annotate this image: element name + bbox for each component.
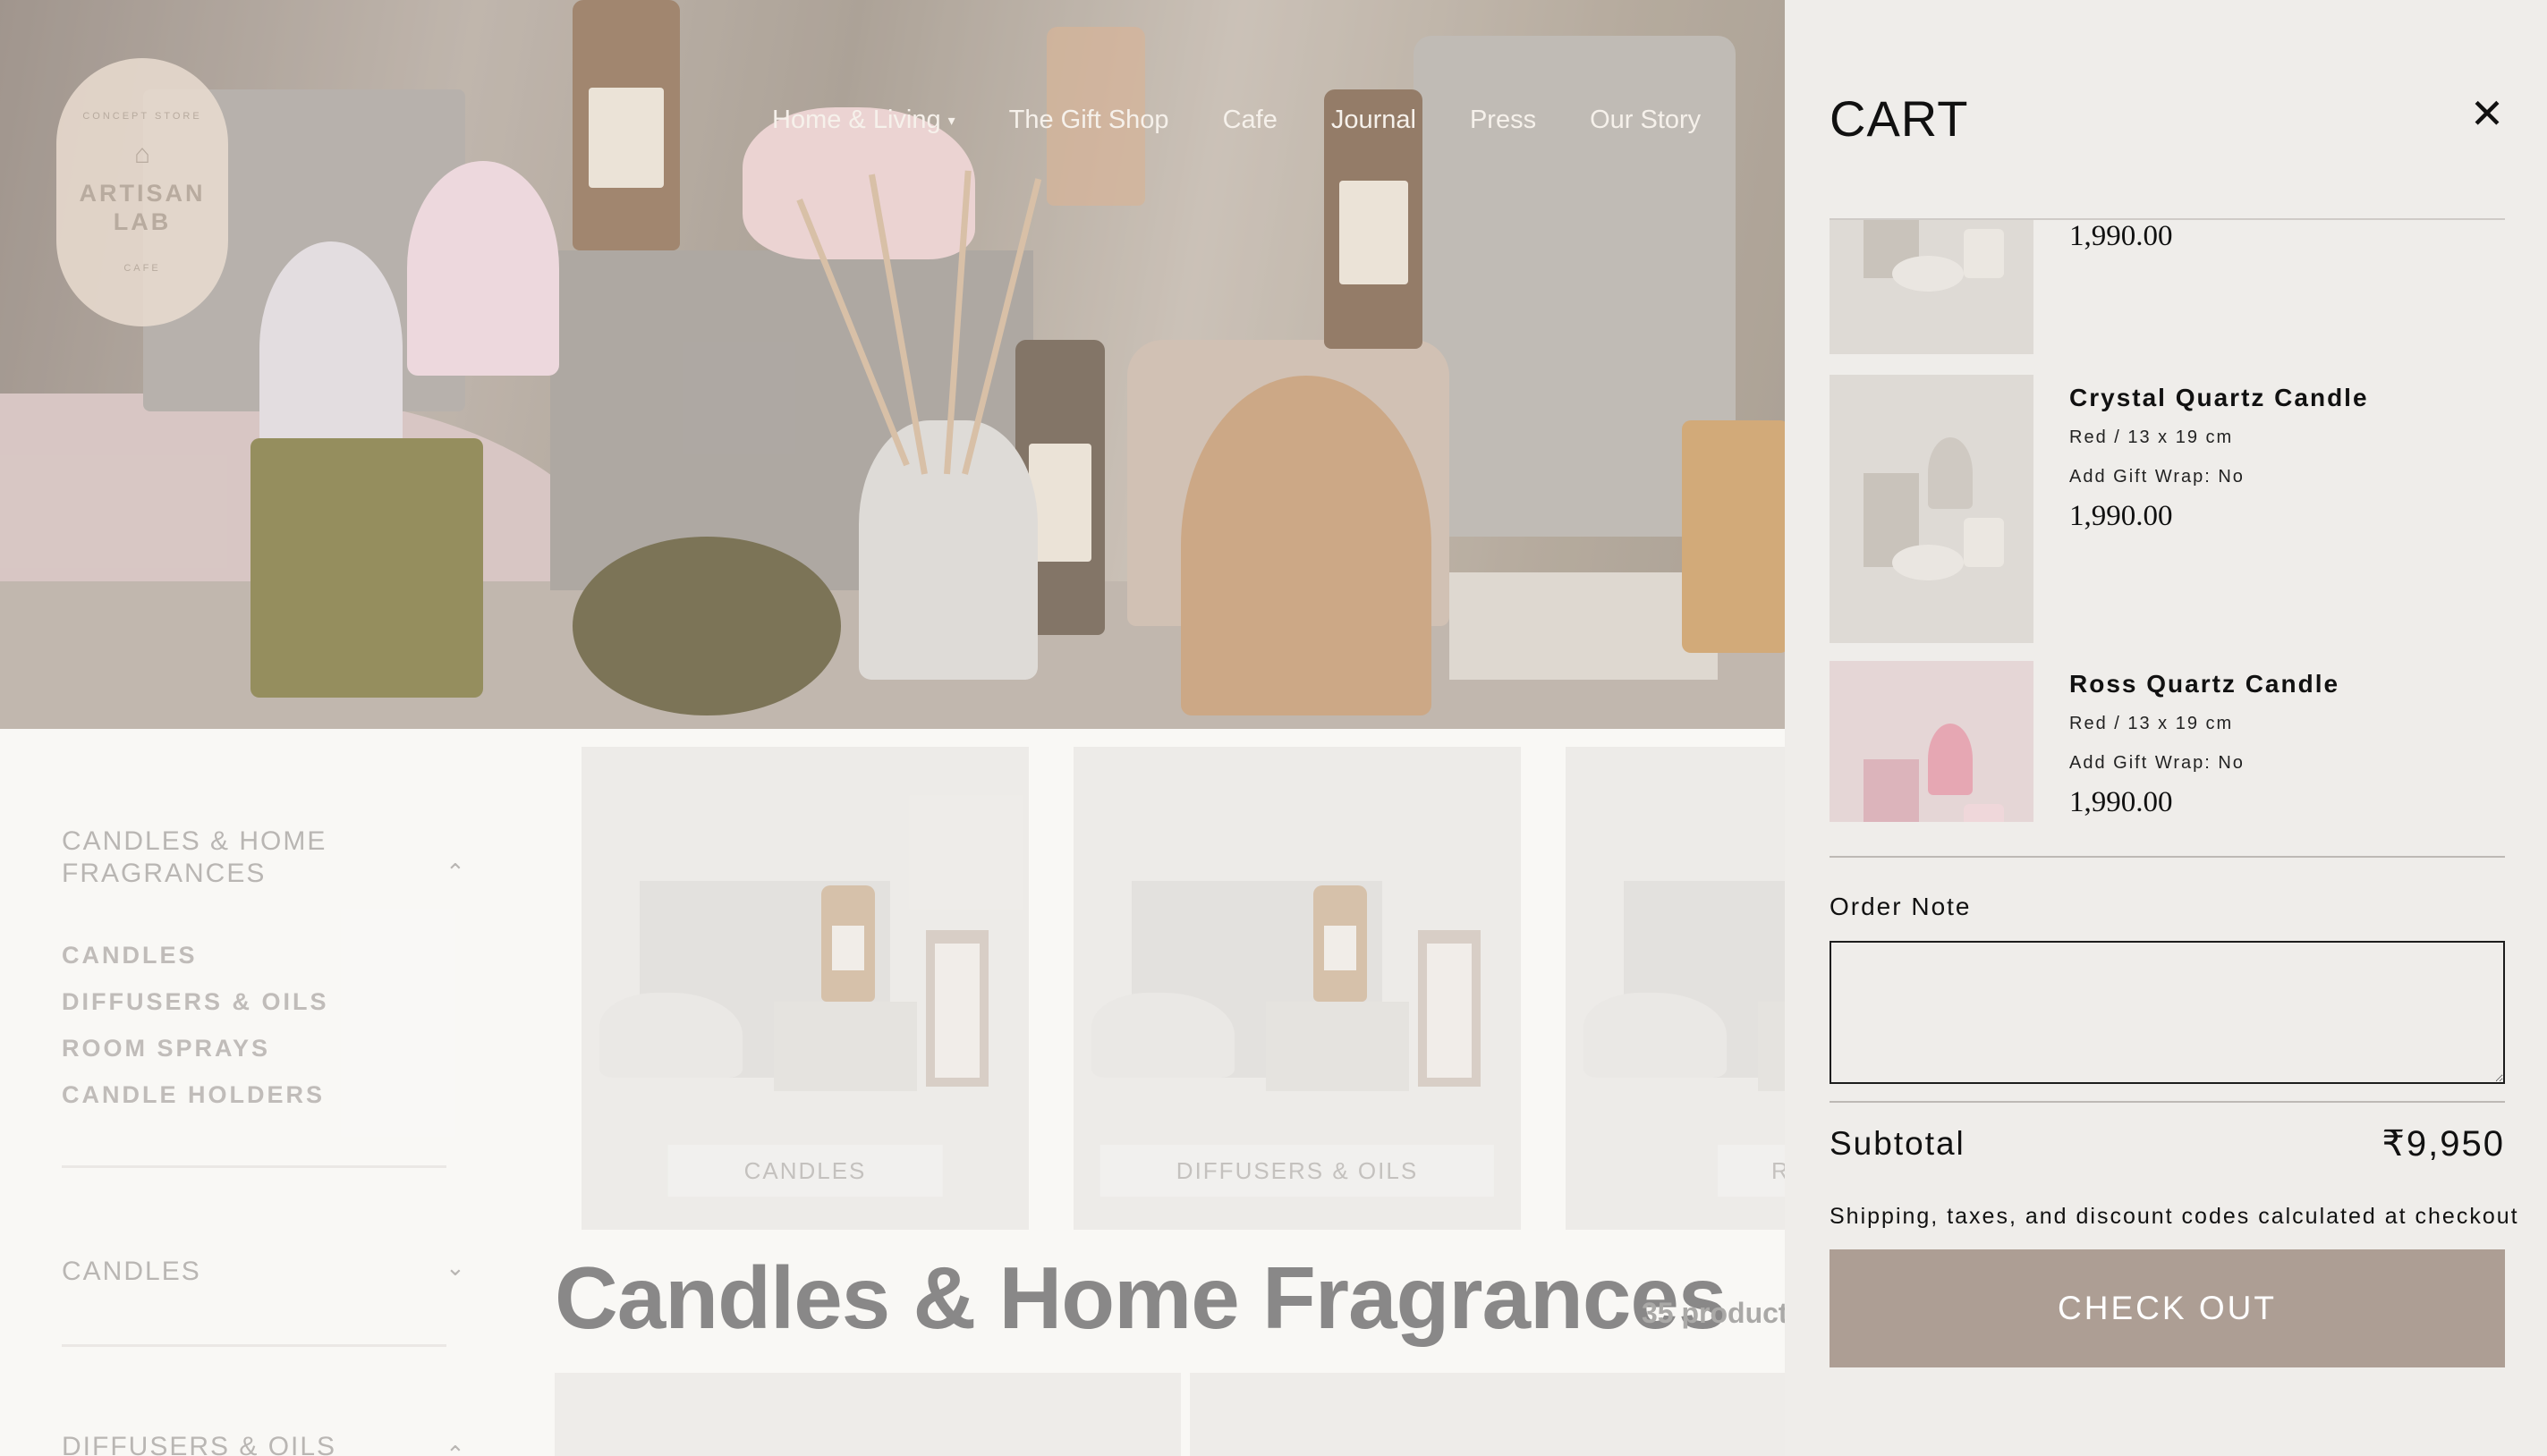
- cart-title: CART: [1830, 90, 1969, 147]
- cart-drawer: CART ✕ 1,990.00 Crystal Quartz Candle Re…: [1785, 0, 2547, 1456]
- subtotal-value: ₹9,950: [2381, 1124, 2505, 1164]
- nav-item-our-story[interactable]: Our Story: [1590, 106, 1701, 135]
- sidebar-divider: [62, 1165, 446, 1168]
- chevron-down-icon: ▾: [947, 113, 955, 129]
- tile-image-bottle: [1313, 885, 1367, 1002]
- logo-mark-icon: ⌂: [133, 140, 151, 169]
- collection-product-count: 35 products: [1642, 1297, 1785, 1329]
- tile-image-bottle: [821, 885, 875, 1002]
- tile-image-crystal: [599, 993, 743, 1078]
- hero-pink-dome: [407, 161, 559, 376]
- thumb-shape: [1928, 437, 1973, 509]
- nav-item-label: Home & Living: [772, 106, 941, 134]
- category-tile-diffusers-oils[interactable]: DIFFUSERS & OILS: [1074, 747, 1521, 1230]
- product-card[interactable]: [1190, 1373, 1785, 1456]
- hero-bottle-tall: [573, 0, 680, 250]
- sidebar-link-candle-holders[interactable]: CANDLE HOLDERS: [62, 1081, 325, 1109]
- nav-item-press[interactable]: Press: [1470, 106, 1536, 135]
- sidebar-divider: [62, 1344, 446, 1347]
- main-nav: Home & Living ▾ The Gift Shop Cafe Journa…: [772, 106, 1701, 135]
- thumb-shape: [1892, 545, 1964, 580]
- hero-amber-dome: [1181, 376, 1431, 715]
- subtotal-label: Subtotal: [1830, 1125, 1965, 1162]
- category-tile-candles[interactable]: CANDLES: [582, 747, 1029, 1230]
- order-note-field[interactable]: [1830, 941, 2505, 1084]
- sidebar-link-candles[interactable]: CANDLES: [62, 942, 198, 969]
- hero-image: CONCEPT STORE ⌂ ARTISAN LAB CAFE Home & …: [0, 0, 1785, 729]
- tile-label[interactable]: CANDLES: [667, 1145, 943, 1197]
- cart-item-gift-wrap: Add Gift Wrap: No: [2069, 753, 2245, 773]
- hero-tray: [1449, 572, 1718, 680]
- sidebar-group-title[interactable]: DIFFUSERS & OILS: [62, 1431, 402, 1456]
- cart-item-variant: Red / 13 x 19 cm: [2069, 427, 2234, 447]
- cart-item-gift-wrap: Add Gift Wrap: No: [2069, 467, 2245, 487]
- sidebar-group-title[interactable]: CANDLES & HOME FRAGRANCES: [62, 825, 402, 890]
- thumb-shape: [1928, 218, 1973, 220]
- tile-image-box: [926, 930, 989, 1087]
- nav-item-home-living[interactable]: Home & Living ▾: [772, 106, 955, 135]
- hero-green-candle: [250, 438, 483, 698]
- tile-label[interactable]: ROOM: [1718, 1145, 1785, 1197]
- thumb-shape: [1964, 229, 2004, 278]
- hero-olive-glass: [573, 537, 841, 715]
- product-card[interactable]: [555, 1373, 1181, 1456]
- chevron-up-icon[interactable]: ⌃: [446, 1441, 465, 1456]
- thumb-shape: [1864, 759, 1919, 822]
- logo-top-text: CONCEPT STORE: [82, 111, 202, 122]
- cart-divider: [1830, 1101, 2505, 1103]
- checkout-button[interactable]: CHECK OUT: [1830, 1249, 2505, 1367]
- order-note-label: Order Note: [1830, 893, 1972, 920]
- store-page: CONCEPT STORE ⌂ ARTISAN LAB CAFE Home & …: [0, 0, 1785, 1456]
- cart-item-thumbnail[interactable]: [1830, 375, 2033, 643]
- nav-item-journal[interactable]: Journal: [1331, 106, 1416, 135]
- shipping-note: Shipping, taxes, and discount codes calc…: [1830, 1204, 2519, 1229]
- thumb-shape: [1964, 518, 2004, 567]
- hero-amber-jar: [1682, 420, 1785, 653]
- cart-item-variant: Red / 13 x 19 cm: [2069, 714, 2234, 733]
- sidebar-link-room-sprays[interactable]: ROOM SPRAYS: [62, 1035, 270, 1062]
- thumb-shape: [1928, 724, 1973, 795]
- tile-image-base: [774, 1002, 917, 1091]
- close-icon[interactable]: ✕: [2465, 91, 2509, 136]
- category-tile-room-sprays[interactable]: ROOM: [1566, 747, 1785, 1230]
- cart-item-thumbnail[interactable]: [1830, 218, 2033, 354]
- store-logo[interactable]: CONCEPT STORE ⌂ ARTISAN LAB CAFE: [56, 58, 228, 326]
- nav-item-cafe[interactable]: Cafe: [1223, 106, 1278, 135]
- tile-image-base: [1758, 1002, 1785, 1091]
- sidebar-link-diffusers-oils[interactable]: DIFFUSERS & OILS: [62, 988, 329, 1016]
- cart-item-price: 1,990.00: [2069, 220, 2173, 252]
- cart-item-price: 1,990.00: [2069, 786, 2173, 818]
- cart-item-name[interactable]: Ross Quartz Candle: [2069, 670, 2339, 698]
- cart-divider: [1830, 856, 2505, 858]
- tile-image-base: [1266, 1002, 1409, 1091]
- tile-image-box: [1418, 930, 1481, 1087]
- thumb-shape: [1892, 256, 1964, 292]
- cart-item-thumbnail[interactable]: [1830, 661, 2033, 822]
- hero-glass-dome: [259, 241, 403, 456]
- cart-items-list[interactable]: 1,990.00 Crystal Quartz Candle Red / 13 …: [1830, 218, 2505, 822]
- sidebar-group-title[interactable]: CANDLES: [62, 1256, 402, 1288]
- tile-image-crystal: [1583, 993, 1727, 1078]
- category-sidebar: CANDLES & HOME FRAGRANCES ⌃ CANDLES DIFF…: [0, 729, 510, 1456]
- logo-wordmark: ARTISAN LAB: [79, 180, 206, 235]
- tile-label[interactable]: DIFFUSERS & OILS: [1099, 1145, 1495, 1197]
- chevron-up-icon[interactable]: ⌃: [446, 859, 465, 886]
- logo-bottom-text: CAFE: [123, 263, 161, 274]
- chevron-down-icon[interactable]: ⌄: [446, 1254, 465, 1282]
- cart-item-name[interactable]: Crystal Quartz Candle: [2069, 384, 2369, 412]
- tile-image-crystal: [1091, 993, 1235, 1078]
- cart-item-price: 1,990.00: [2069, 500, 2173, 532]
- collection-heading: Candles & Home Fragrances: [555, 1249, 1727, 1347]
- nav-item-gift-shop[interactable]: The Gift Shop: [1009, 106, 1169, 135]
- thumb-shape: [1964, 804, 2004, 822]
